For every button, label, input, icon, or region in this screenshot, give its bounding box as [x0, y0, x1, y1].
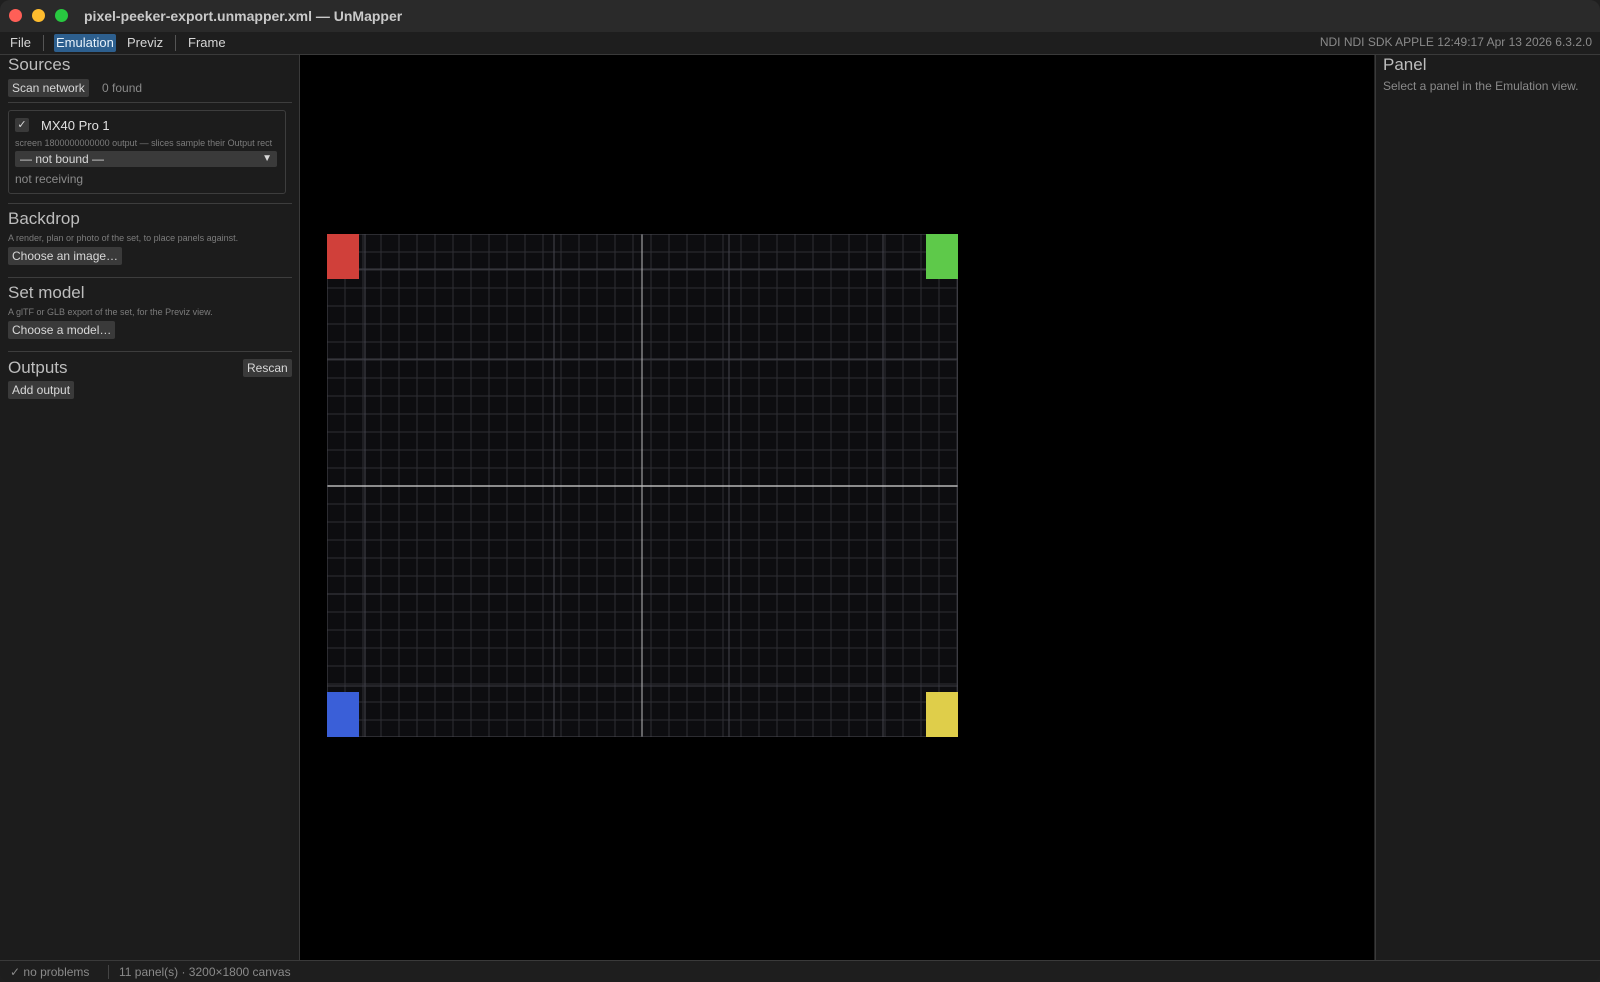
sources-found-count: 0 found: [102, 81, 143, 95]
section-divider: [8, 102, 292, 103]
corner-marker-bottom-right: [926, 692, 958, 737]
app-window: pixel-peeker-export.unmapper.xml — UnMap…: [0, 0, 1600, 982]
menu-file[interactable]: File: [8, 34, 33, 52]
source-detail: screen 1800000000000 output — slices sam…: [15, 138, 273, 148]
maximize-window-button[interactable]: [55, 9, 68, 22]
set-model-heading: Set model: [8, 283, 85, 302]
source-status: not receiving: [15, 172, 84, 186]
set-model-description: A glTF or GLB export of the set, for the…: [8, 307, 213, 317]
choose-model-button[interactable]: Choose a model…: [8, 321, 116, 339]
section-divider: [8, 203, 292, 204]
menu-bar: File Emulation Previz Frame NDI NDI SDK …: [0, 32, 1600, 55]
corner-marker-top-left: [327, 234, 359, 279]
source-enabled-checkbox[interactable]: ✓: [15, 118, 29, 132]
backdrop-heading: Backdrop: [8, 209, 80, 228]
tab-previz[interactable]: Previz: [125, 34, 165, 52]
source-binding-value: — not bound —: [20, 152, 105, 166]
panel-grid[interactable]: [327, 234, 958, 737]
section-divider: [8, 277, 292, 278]
menu-separator: [43, 35, 44, 51]
emulation-canvas[interactable]: [300, 55, 1374, 960]
menu-separator: [175, 35, 176, 51]
panel-heading: Panel: [1383, 55, 1427, 74]
tab-frame[interactable]: Frame: [186, 34, 228, 52]
scan-network-button[interactable]: Scan network: [8, 79, 89, 97]
window-title: pixel-peeker-export.unmapper.xml — UnMap…: [84, 8, 403, 24]
status-separator: [108, 965, 109, 979]
rescan-button[interactable]: Rescan: [243, 359, 292, 377]
problems-status: ✓ no problems: [10, 965, 90, 979]
status-bar: ✓ no problems 11 panel(s) · 3200×1800 ca…: [0, 960, 1600, 982]
outputs-heading: Outputs: [8, 358, 68, 377]
sources-heading: Sources: [8, 55, 71, 74]
canvas-summary: 11 panel(s) · 3200×1800 canvas: [119, 965, 291, 979]
source-binding-select[interactable]: — not bound — ▼: [15, 151, 277, 167]
corner-marker-top-right: [926, 234, 958, 279]
title-bar: pixel-peeker-export.unmapper.xml — UnMap…: [0, 0, 1600, 33]
close-window-button[interactable]: [9, 9, 22, 22]
source-card: ✓ MX40 Pro 1 screen 1800000000000 output…: [8, 110, 286, 194]
choose-image-button[interactable]: Choose an image…: [8, 247, 123, 265]
chevron-down-icon: ▼: [262, 153, 272, 164]
left-sidebar: Sources Scan network 0 found ✓ MX40 Pro …: [0, 55, 300, 960]
panel-inspector: Panel Select a panel in the Emulation vi…: [1375, 55, 1600, 960]
source-name: MX40 Pro 1: [41, 118, 110, 133]
backdrop-description: A render, plan or photo of the set, to p…: [8, 233, 239, 243]
ndi-status-text: NDI NDI SDK APPLE 12:49:17 Apr 13 2026 6…: [1319, 35, 1592, 49]
tab-emulation[interactable]: Emulation: [54, 34, 116, 52]
panel-hint: Select a panel in the Emulation view.: [1383, 79, 1579, 93]
add-output-button[interactable]: Add output: [8, 381, 75, 399]
section-divider: [8, 351, 292, 352]
minimize-window-button[interactable]: [32, 9, 45, 22]
corner-marker-bottom-left: [327, 692, 359, 737]
